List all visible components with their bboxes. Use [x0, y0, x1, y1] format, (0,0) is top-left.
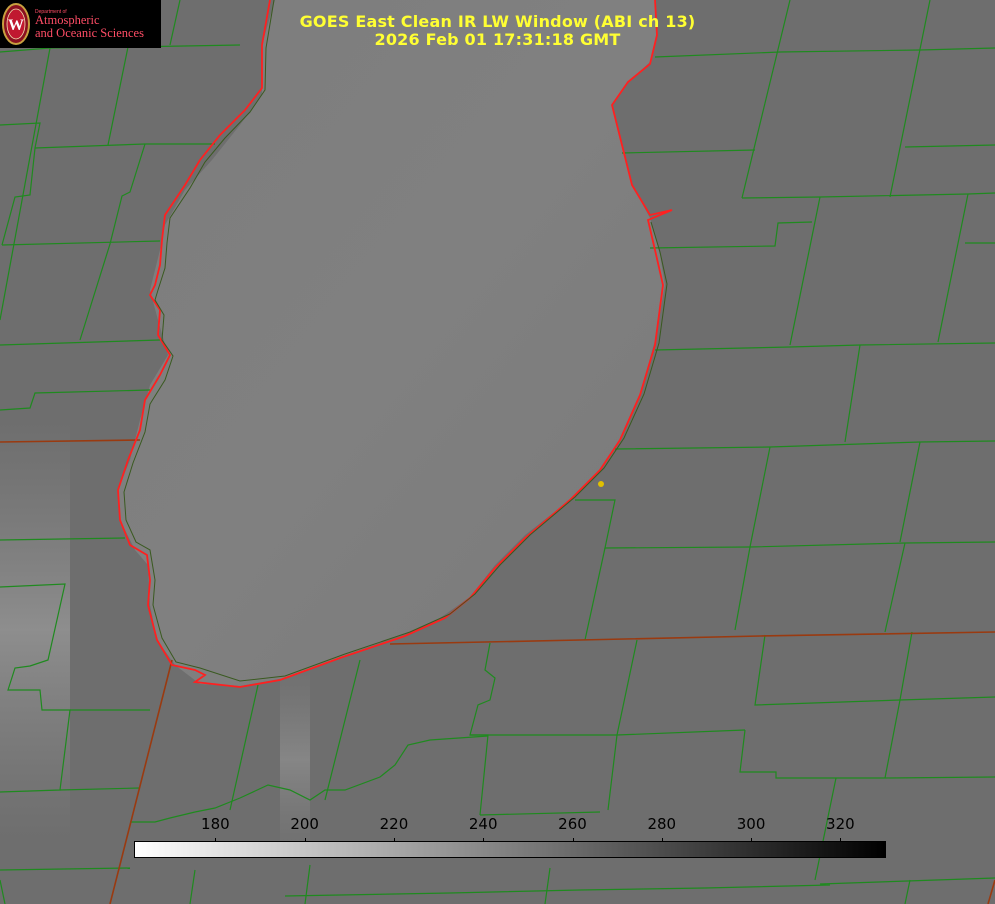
colorbar-tick-mark	[394, 838, 395, 842]
colorbar-tick-mark	[305, 838, 306, 842]
colorbar-tick-label: 220	[379, 815, 409, 833]
colorbar-tick-mark	[751, 838, 752, 842]
colorbar-tick-label: 260	[558, 815, 587, 833]
colorbar-tick-mark	[215, 838, 216, 842]
colorbar	[134, 841, 886, 858]
colorbar-tick-label: 180	[201, 815, 230, 833]
university-seal-icon: W	[2, 3, 30, 45]
cloud-streak-west	[0, 420, 70, 840]
colorbar-tick-label: 280	[647, 815, 677, 833]
colorbar-tick-mark	[662, 838, 663, 842]
satellite-image: GOES East Clean IR LW Window (ABI ch 13)…	[0, 0, 995, 904]
satellite-map	[0, 0, 995, 904]
colorbar-tick-label: 320	[826, 815, 855, 833]
department-logo: W Department of Atmospheric and Oceanic …	[0, 0, 161, 48]
colorbar-tick-mark	[573, 838, 574, 842]
svg-text:W: W	[8, 17, 24, 34]
colorbar-tick-label: 200	[290, 815, 319, 833]
colorbar-tick-label: 300	[736, 815, 766, 833]
colorbar-tick-mark	[483, 838, 484, 842]
colorbar-tick-label: 240	[468, 815, 498, 833]
logo-line-2: and Oceanic Sciences	[35, 26, 144, 40]
colorbar-tick-mark	[840, 838, 841, 842]
station-marker	[598, 481, 604, 487]
